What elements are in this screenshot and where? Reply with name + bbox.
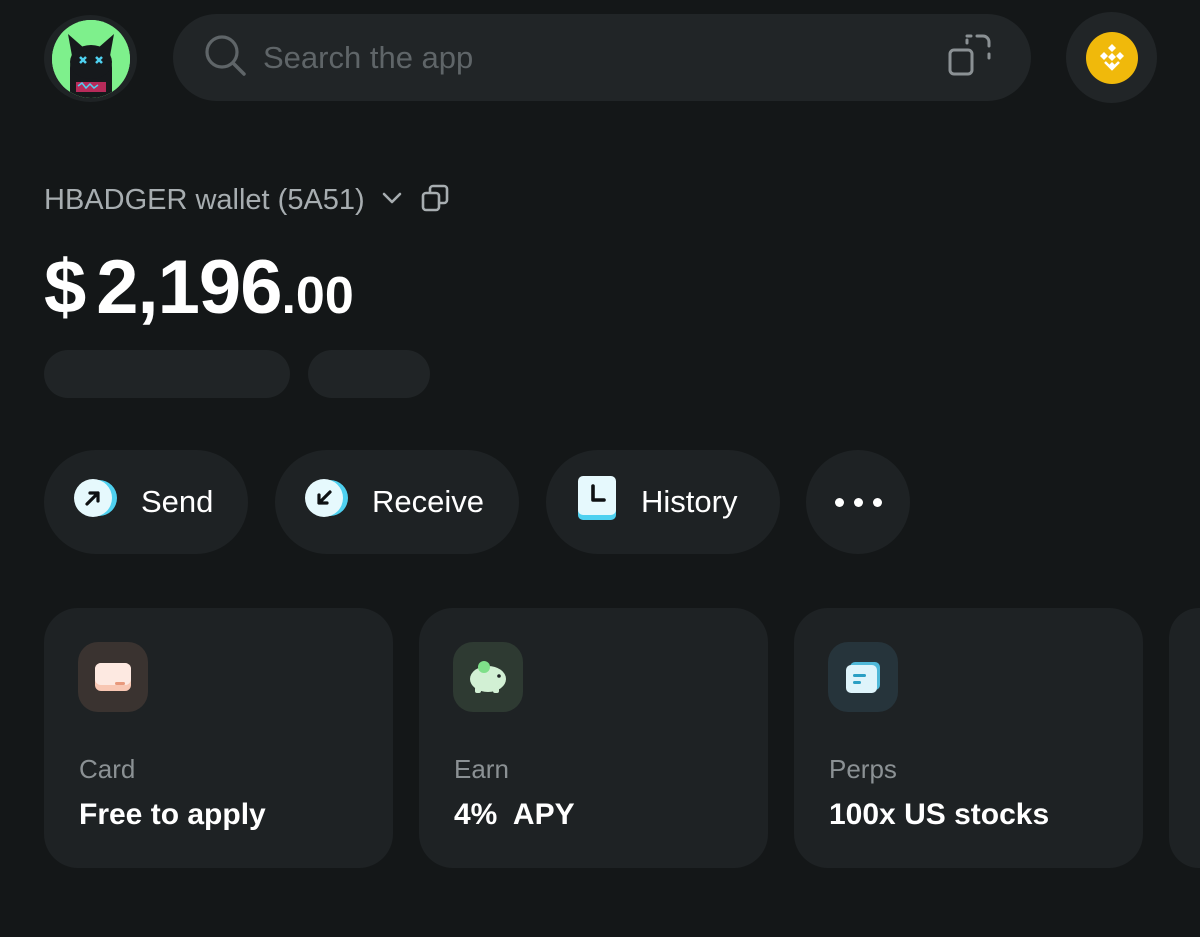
card-label: Card: [79, 754, 136, 784]
wallet-home: HBADGER wallet (5A51) $ 2,196 .00: [0, 0, 1200, 937]
piggy-bank-icon: [453, 642, 523, 712]
balance-currency: $: [44, 245, 87, 330]
receive-label: Receive: [372, 484, 484, 519]
card-icon: [78, 642, 148, 712]
more-dots-icon: [834, 497, 882, 507]
more-button[interactable]: [806, 450, 910, 554]
perps-value: 100x US stocks: [829, 798, 1050, 831]
wallet-selector[interactable]: HBADGER wallet (5A51): [44, 180, 451, 220]
search-input[interactable]: [263, 39, 947, 76]
loading-placeholder: [308, 350, 430, 398]
avatar[interactable]: [44, 15, 137, 102]
earn-label: Earn: [454, 754, 509, 784]
wallet-name: HBADGER wallet (5A51): [44, 183, 365, 216]
chevron-down-icon[interactable]: [379, 185, 405, 216]
network-selector[interactable]: [1066, 12, 1157, 103]
clock-icon: [577, 475, 617, 529]
earn-feature-card[interactable]: Earn 4% APY: [419, 608, 768, 868]
arrow-down-left-icon: [302, 476, 354, 528]
copy-icon[interactable]: [419, 182, 451, 219]
arrow-up-right-icon: [71, 476, 123, 528]
earn-value: 4% APY: [454, 798, 575, 831]
wallet-balance: $ 2,196 .00: [44, 244, 354, 331]
card-feature-card[interactable]: Card Free to apply: [44, 608, 393, 868]
receive-button[interactable]: Receive: [275, 450, 519, 554]
bnb-logo-icon: [1085, 31, 1138, 84]
send-button[interactable]: Send: [44, 450, 248, 554]
balance-integer: 2,196: [96, 245, 282, 330]
search-icon: [201, 31, 249, 84]
balance-decimal: .00: [281, 267, 354, 325]
history-button[interactable]: History: [546, 450, 780, 554]
search-bar[interactable]: [173, 14, 1031, 101]
perps-label: Perps: [829, 754, 897, 784]
perps-feature-card[interactable]: Perps 100x US stocks: [794, 608, 1143, 868]
cat-avatar-icon: [51, 19, 130, 98]
next-feature-card[interactable]: [1169, 608, 1200, 868]
chart-doc-icon: [828, 642, 898, 712]
card-value: Free to apply: [79, 798, 266, 831]
history-label: History: [641, 484, 738, 519]
scan-icon[interactable]: [947, 32, 993, 83]
send-label: Send: [141, 484, 214, 519]
loading-placeholder: [44, 350, 290, 398]
